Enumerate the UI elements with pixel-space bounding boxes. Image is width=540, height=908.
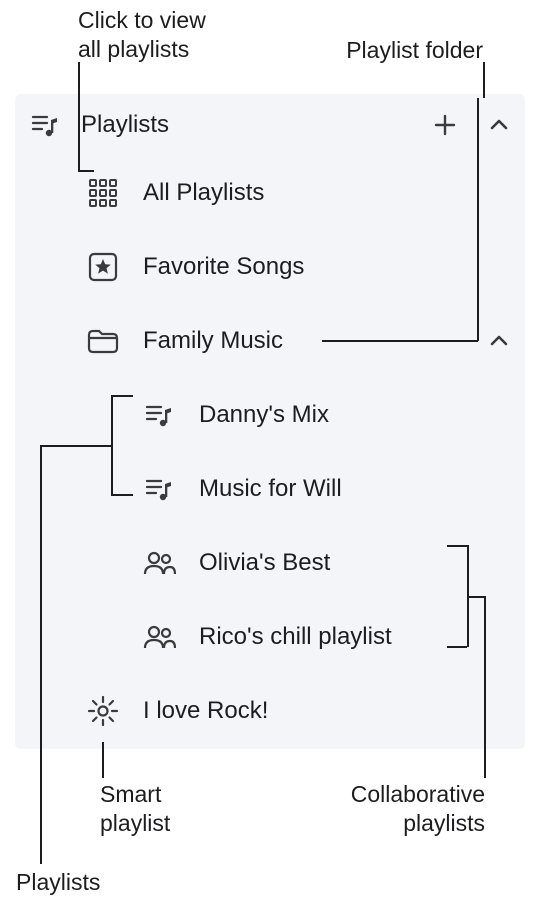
connector-line <box>483 62 485 98</box>
callout-all-playlists: Click to view all playlists <box>78 6 206 64</box>
callout-text: playlist <box>100 810 170 836</box>
playlist-icon <box>137 467 181 511</box>
callout-playlist-folder: Playlist folder <box>346 36 483 65</box>
connector-line <box>477 98 479 341</box>
connector-line <box>322 340 478 342</box>
collaborative-icon <box>137 541 181 585</box>
connector-line <box>447 646 467 648</box>
collapse-folder-button[interactable] <box>479 304 519 378</box>
header-actions <box>425 94 519 156</box>
sidebar-item-label: I love Rock! <box>143 697 268 725</box>
sidebar-item-label: Family Music <box>143 327 283 355</box>
sidebar-item-all-playlists[interactable]: All Playlists <box>15 156 525 230</box>
callout-text: playlists <box>403 810 485 836</box>
favorite-star-icon <box>81 245 125 289</box>
connector-line <box>111 395 133 397</box>
callout-collaborative-playlists: Collaborative playlists <box>351 780 485 838</box>
sidebar-item-favorite-songs[interactable]: Favorite Songs <box>15 230 525 304</box>
sidebar-item-dannys-mix[interactable]: Danny's Mix <box>15 378 525 452</box>
sidebar-item-olivias-best[interactable]: Olivia's Best <box>15 526 525 600</box>
sidebar-item-label: All Playlists <box>143 179 264 207</box>
connector-line <box>102 742 104 778</box>
connector-line <box>78 62 80 170</box>
callout-playlists: Playlists <box>16 868 100 897</box>
grid-icon <box>81 171 125 215</box>
callout-text: Click to view <box>78 7 206 33</box>
callout-text: Playlists <box>16 869 100 895</box>
callout-text: Collaborative <box>351 781 485 807</box>
sidebar-item-label: Danny's Mix <box>199 401 329 429</box>
chevron-up-icon <box>488 114 510 136</box>
sidebar-item-ricos-chill[interactable]: Rico's chill playlist <box>15 600 525 674</box>
sidebar-item-music-for-will[interactable]: Music for Will <box>15 452 525 526</box>
collaborative-icon <box>137 615 181 659</box>
connector-line <box>78 170 94 172</box>
sidebar-header[interactable]: Playlists <box>15 94 525 156</box>
playlists-header-icon <box>23 103 67 147</box>
sidebar-header-label: Playlists <box>81 111 169 139</box>
connector-line <box>467 596 485 598</box>
connector-line <box>40 445 111 447</box>
sidebar-item-label: Rico's chill playlist <box>199 623 392 651</box>
sidebar-item-label: Music for Will <box>199 475 342 503</box>
connector-line <box>111 494 133 496</box>
chevron-up-icon <box>488 330 510 352</box>
sidebar-item-i-love-rock[interactable]: I love Rock! <box>15 674 525 748</box>
connector-line <box>111 395 113 495</box>
add-playlist-button[interactable] <box>425 105 465 145</box>
sidebar-panel: Playlists <box>15 94 525 749</box>
connector-line <box>447 545 467 547</box>
connector-line <box>484 596 486 778</box>
sidebar-item-label: Favorite Songs <box>143 253 304 281</box>
connector-line <box>40 445 42 864</box>
diagram-stage: Click to view all playlists Playlist fol… <box>0 0 540 908</box>
sidebar-item-label: Olivia's Best <box>199 549 330 577</box>
gear-icon <box>81 689 125 733</box>
playlist-icon <box>137 393 181 437</box>
folder-icon <box>81 319 125 363</box>
callout-smart-playlist: Smart playlist <box>100 780 170 838</box>
callout-text: all playlists <box>78 36 189 62</box>
collapse-section-button[interactable] <box>479 105 519 145</box>
callout-text: Smart <box>100 781 161 807</box>
plus-icon <box>433 113 457 137</box>
callout-text: Playlist folder <box>346 37 483 63</box>
